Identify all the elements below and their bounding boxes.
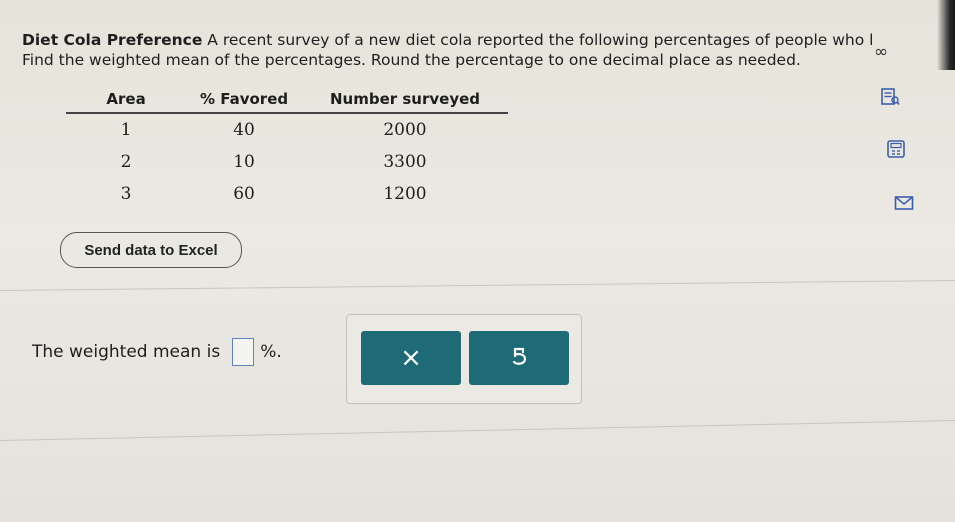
answer-line: The weighted mean is %.	[32, 338, 282, 366]
calculator-icon[interactable]	[886, 140, 906, 158]
table-cell: 60	[233, 184, 255, 204]
answer-suffix: %.	[260, 342, 282, 362]
screen-edge-shadow	[937, 0, 955, 70]
table-cell: 10	[233, 152, 255, 172]
close-icon: ×	[400, 343, 422, 373]
table-header-row: Area % Favored Number surveyed	[66, 88, 508, 114]
column-header-area: Area	[66, 88, 187, 114]
table-row: 2 10 3300	[66, 146, 508, 178]
weighted-mean-input[interactable]	[232, 338, 255, 366]
clear-button[interactable]: ×	[361, 331, 461, 385]
table-cell: 3300	[383, 152, 427, 172]
table-row: 3 60 1200	[66, 178, 508, 210]
table-row: 1 40 2000	[66, 113, 508, 146]
question-text: Diet Cola Preference A recent survey of …	[22, 30, 873, 70]
question-line-1: A recent survey of a new diet cola repor…	[202, 31, 874, 49]
table-cell: 2000	[383, 120, 427, 140]
table-cell: 40	[233, 120, 255, 140]
table-cell: 1200	[383, 184, 427, 204]
send-data-to-excel-button[interactable]: Send data to Excel	[60, 232, 242, 268]
undo-icon	[509, 345, 529, 371]
view-data-icon[interactable]	[880, 88, 900, 106]
table-cell: 2	[120, 152, 132, 172]
column-header-percent-favored: % Favored	[186, 88, 302, 114]
answer-prefix: The weighted mean is	[32, 342, 221, 362]
section-divider-bottom	[0, 420, 955, 441]
column-header-number-surveyed: Number surveyed	[301, 88, 508, 114]
message-icon[interactable]	[894, 194, 914, 212]
question-line-2: Find the weighted mean of the percentage…	[22, 51, 801, 69]
undo-button[interactable]	[469, 331, 569, 385]
data-table: Area % Favored Number surveyed 1 40 2000…	[66, 88, 508, 210]
table-cell: 3	[120, 184, 132, 204]
table-cell: 1	[120, 120, 132, 140]
answer-tools-panel: ×	[346, 314, 582, 404]
infinity-icon[interactable]: ∞	[874, 42, 888, 62]
question-title: Diet Cola Preference	[22, 31, 203, 49]
section-divider	[0, 279, 955, 292]
